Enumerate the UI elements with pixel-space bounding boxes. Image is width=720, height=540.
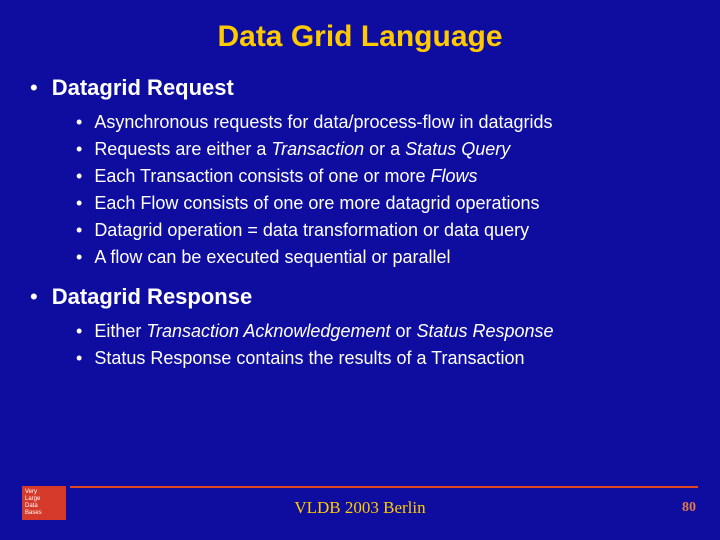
list-item: • A flow can be executed sequential or p… — [76, 245, 690, 269]
sub-list: • Asynchronous requests for data/process… — [76, 110, 690, 269]
bullet-dot-icon: • — [76, 110, 82, 134]
divider-line — [70, 486, 698, 488]
list-item-text: Each Flow consists of one ore more datag… — [94, 191, 539, 215]
bullet-dot-icon: • — [30, 283, 38, 311]
slide-title: Data Grid Language — [0, 0, 720, 64]
page-number: 80 — [682, 500, 696, 516]
bullet-dot-icon: • — [76, 137, 82, 161]
sub-list: • Either Transaction Acknowledgement or … — [76, 319, 690, 370]
footer-label: VLDB 2003 Berlin — [0, 498, 720, 518]
list-item: • Requests are either a Transaction or a… — [76, 137, 690, 161]
bullet-dot-icon: • — [76, 164, 82, 188]
slide-content: • Datagrid Request • Asynchronous reques… — [0, 74, 720, 370]
bullet-dot-icon: • — [76, 218, 82, 242]
list-item-text: A flow can be executed sequential or par… — [94, 245, 450, 269]
bullet-dot-icon: • — [30, 74, 38, 102]
list-item: • Asynchronous requests for data/process… — [76, 110, 690, 134]
list-item-text: Status Response contains the results of … — [94, 346, 524, 370]
list-item: • Datagrid operation = data transformati… — [76, 218, 690, 242]
bullet-dot-icon: • — [76, 191, 82, 215]
section-heading: • Datagrid Response — [30, 283, 690, 311]
list-item-text: Datagrid operation = data transformation… — [94, 218, 529, 242]
bullet-dot-icon: • — [76, 346, 82, 370]
logo-line: Very — [25, 489, 63, 496]
section-heading-text: Datagrid Request — [52, 74, 234, 102]
list-item: • Status Response contains the results o… — [76, 346, 690, 370]
list-item: • Each Transaction consists of one or mo… — [76, 164, 690, 188]
list-item-text: Each Transaction consists of one or more… — [94, 164, 477, 188]
list-item-text: Asynchronous requests for data/process-f… — [94, 110, 552, 134]
section-heading: • Datagrid Request — [30, 74, 690, 102]
bullet-dot-icon: • — [76, 245, 82, 269]
section-heading-text: Datagrid Response — [52, 283, 253, 311]
list-item: • Each Flow consists of one ore more dat… — [76, 191, 690, 215]
list-item-text: Requests are either a Transaction or a S… — [94, 137, 510, 161]
list-item-text: Either Transaction Acknowledgement or St… — [94, 319, 553, 343]
list-item: • Either Transaction Acknowledgement or … — [76, 319, 690, 343]
bullet-dot-icon: • — [76, 319, 82, 343]
slide-footer: Very Large Data Bases VLDB 2003 Berlin 8… — [0, 486, 720, 524]
